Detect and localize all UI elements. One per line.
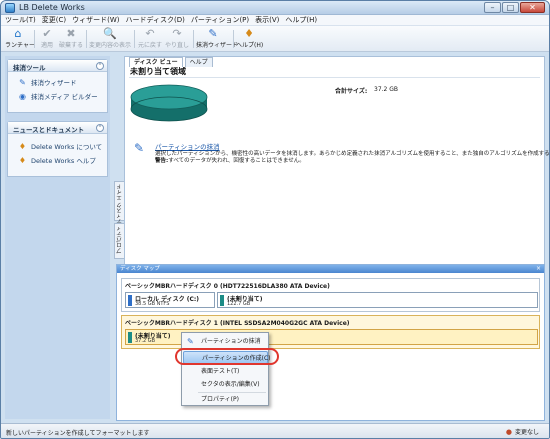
- undo-icon: ↶: [145, 27, 155, 40]
- toolbar-separator: [134, 30, 135, 48]
- status-message: 新しいパーティションを作成してフォーマットします: [6, 430, 150, 437]
- redo-button[interactable]: ↷ やり直し: [164, 27, 190, 51]
- help-icon: ♦: [244, 27, 254, 40]
- menu-partition[interactable]: パーティション(P): [191, 15, 249, 25]
- menu-item-wipe-partition[interactable]: ✎ パーティションの抹消: [183, 335, 268, 348]
- menu-bar: ツール(T) 変更(C) ウィザード(W) ハードディスク(D) パーティション…: [1, 15, 549, 26]
- menu-tools[interactable]: ツール(T): [5, 15, 36, 25]
- wipe-partition-icon: ✎: [134, 141, 145, 155]
- divider: [129, 77, 540, 78]
- about-icon: ♦: [18, 141, 27, 151]
- changes-icon: ●: [505, 427, 512, 436]
- sidebar-item-media-builder[interactable]: ◉ 抹消メディア ビルダー: [8, 89, 107, 103]
- tab-help[interactable]: ヘルプ: [184, 57, 213, 67]
- wipe-warning: 警告:すべてのデータが失われ、回復することはできません。: [155, 158, 305, 164]
- toolbar: ⌂ ランチャー ✔ 適用 ✖ 破棄する 🔍 変更内容の表示 ↶ 元に戻す ↷ や…: [1, 26, 549, 52]
- disk-label: ベーシックMBRハードディスク 0 (HDT722516DLA380 ATA D…: [125, 283, 330, 290]
- context-menu: ✎ パーティションの抹消 パーティションの作成(C) 表面テスト(T) セクタの…: [181, 332, 271, 406]
- menu-item-properties[interactable]: プロパティ(P): [183, 393, 268, 406]
- left-pane: 抹消ツール ⌃ ✎ 抹消ウィザード ◉ 抹消メディア ビルダー ニュースとドキュ…: [5, 56, 110, 419]
- show-changes-button[interactable]: 🔍 変更内容の表示: [89, 27, 131, 51]
- sidebar-item-about[interactable]: ♦ Delete Works について: [8, 139, 107, 153]
- menu-help[interactable]: ヘルプ(H): [285, 15, 317, 25]
- redo-icon: ↷: [172, 27, 182, 40]
- wipe-wizard-icon: ✎: [208, 27, 218, 40]
- menu-item-sector-view[interactable]: セクタの表示/編集(V): [183, 378, 268, 391]
- partition-bar: [128, 332, 132, 343]
- wipe-partition-icon: ✎: [187, 337, 194, 346]
- close-button[interactable]: ✕: [520, 2, 545, 13]
- toolbar-separator: [193, 30, 194, 48]
- maximize-button[interactable]: □: [502, 2, 519, 13]
- wipe-tools-header[interactable]: 抹消ツール ⌃: [8, 60, 107, 72]
- page-title: 未割り当て領域: [130, 67, 186, 76]
- sidebar-item-help[interactable]: ♦ Delete Works ヘルプ: [8, 153, 107, 167]
- disk-label: ベーシックMBRハードディスク 1 (INTEL SSDSA2M040G2GC …: [125, 320, 350, 327]
- launcher-button[interactable]: ⌂ ランチャー: [5, 27, 35, 51]
- apply-button[interactable]: ✔ 適用: [38, 27, 56, 51]
- undo-button[interactable]: ↶ 元に戻す: [137, 27, 163, 51]
- disk-map-header: ディスク マップ ×: [117, 265, 544, 273]
- window-controls: – □ ✕: [484, 2, 545, 13]
- total-size-value: 37.2 GB: [374, 86, 399, 93]
- x-icon: ✖: [66, 27, 76, 40]
- media-builder-icon: ◉: [19, 91, 26, 101]
- disk-row-0[interactable]: ベーシックMBRハードディスク 0 (HDT722516DLA380 ATA D…: [121, 278, 540, 312]
- wipe-wizard-button[interactable]: ✎ 抹消ウィザード: [196, 27, 238, 51]
- status-bar: 新しいパーティションを作成してフォーマットします ● 変更なし: [1, 423, 549, 438]
- news-panel: ニュースとドキュメント ⌃ ♦ Delete Works について ♦ Dele…: [7, 121, 108, 177]
- menu-view[interactable]: 表示(V): [255, 15, 279, 25]
- partition-unallocated-0[interactable]: (未割り当て) 122.7 GB: [217, 292, 538, 308]
- sidebar-item-wipe-wizard[interactable]: ✎ 抹消ウィザード: [8, 75, 107, 89]
- title-bar: LB Delete Works – □ ✕: [1, 1, 549, 15]
- partition-bar: [220, 295, 224, 306]
- toolbar-separator: [86, 30, 87, 48]
- checkmark-icon: ✔: [42, 27, 52, 40]
- app-window: LB Delete Works – □ ✕ ツール(T) 変更(C) ウィザード…: [0, 0, 550, 439]
- menu-item-surface-test[interactable]: 表面テスト(T): [183, 365, 268, 378]
- toolbar-separator: [233, 30, 234, 48]
- help-icon: ♦: [18, 155, 27, 165]
- partition-c[interactable]: ローカル ディスク (C:) 38.5 GB NTFS: [125, 292, 215, 308]
- discard-button[interactable]: ✖ 破棄する: [58, 27, 84, 51]
- partition-bar: [128, 295, 132, 306]
- menu-changes[interactable]: 変更(C): [42, 15, 66, 25]
- app-icon: [5, 3, 15, 13]
- highlight-ring: [175, 348, 279, 365]
- total-size-label: 合計サイズ:: [335, 88, 368, 95]
- launcher-icon: ⌂: [14, 27, 22, 40]
- collapse-icon[interactable]: ⌃: [96, 62, 104, 70]
- close-icon[interactable]: ×: [536, 265, 541, 273]
- help-button[interactable]: ♦ ヘルプ(H): [236, 27, 263, 51]
- toolbar-separator: [34, 30, 35, 48]
- changes-indicator: ● 変更なし: [505, 427, 539, 437]
- wipe-tools-panel: 抹消ツール ⌃ ✎ 抹消ウィザード ◉ 抹消メディア ビルダー: [7, 59, 108, 113]
- menu-wizard[interactable]: ウィザード(W): [72, 15, 119, 25]
- news-header[interactable]: ニュースとドキュメント ⌃: [8, 122, 107, 134]
- menu-harddisk[interactable]: ハードディスク(D): [126, 15, 185, 25]
- wipe-wizard-icon: ✎: [19, 77, 26, 87]
- collapse-icon[interactable]: ⌃: [96, 124, 104, 132]
- window-title: LB Delete Works: [19, 3, 85, 12]
- magnifier-icon: 🔍: [103, 27, 117, 40]
- minimize-button[interactable]: –: [484, 2, 501, 13]
- disk-cylinder-icon: [130, 84, 208, 122]
